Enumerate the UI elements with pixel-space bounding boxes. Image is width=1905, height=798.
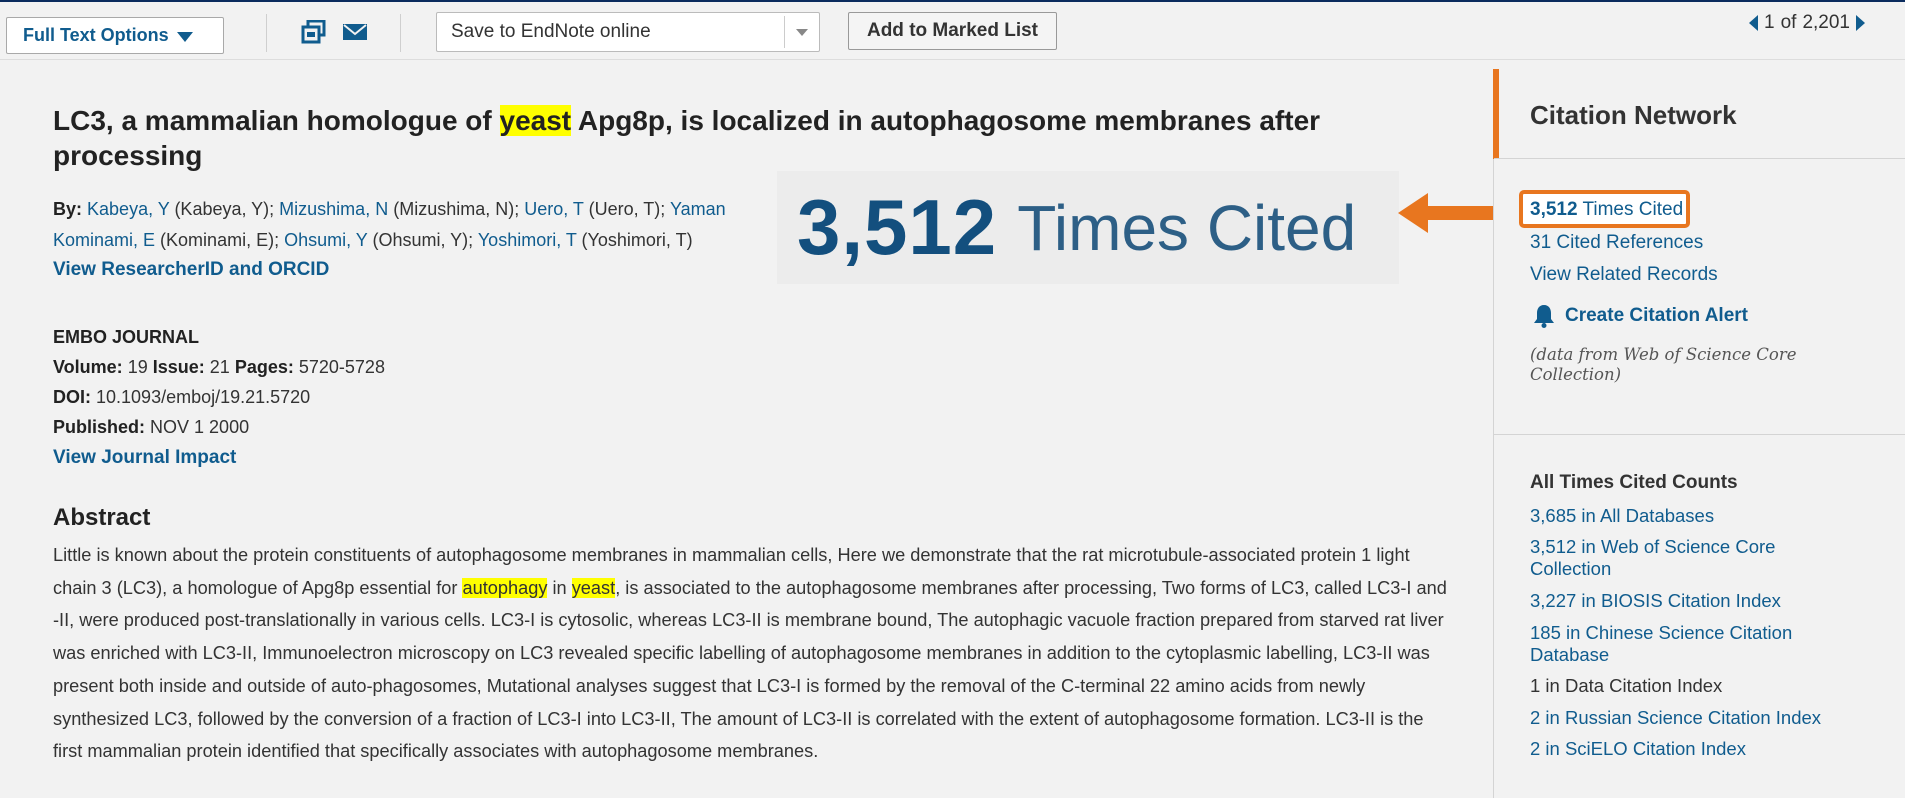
issue-label: Issue: bbox=[152, 357, 205, 377]
published-line: Published: NOV 1 2000 bbox=[53, 412, 385, 442]
citation-network-heading: Citation Network bbox=[1530, 100, 1737, 130]
author-link[interactable]: Kominami, E bbox=[53, 230, 155, 250]
author-link[interactable]: Uero, T bbox=[524, 199, 583, 219]
cited-references-link[interactable]: 31 Cited References bbox=[1530, 232, 1703, 254]
volume-value: 19 bbox=[127, 357, 148, 377]
all-times-cited-counts-heading: All Times Cited Counts bbox=[1530, 472, 1738, 493]
doi-value: 10.1093/emboj/19.21.5720 bbox=[96, 387, 311, 407]
count-wos-core-link[interactable]: 3,512 in Web of Science Core Collection bbox=[1530, 536, 1860, 580]
pages-label: Pages: bbox=[234, 357, 294, 377]
author-full: (Kabeya, Y); bbox=[169, 199, 280, 219]
title-text-start: LC3, a mammalian homologue of bbox=[53, 105, 500, 136]
view-researcherid-link[interactable]: View ResearcherID and ORCID bbox=[53, 259, 329, 281]
doi-label: DOI: bbox=[53, 387, 91, 407]
full-text-options-label: Full Text Options bbox=[23, 25, 169, 45]
bell-icon bbox=[1534, 305, 1554, 328]
previous-record-icon[interactable] bbox=[1749, 15, 1758, 31]
toolbar-divider bbox=[400, 14, 401, 52]
record-title: LC3, a mammalian homologue of yeast Apg8… bbox=[53, 103, 1453, 173]
times-cited-number: 3,512 bbox=[1530, 199, 1578, 220]
panel-accent-bar bbox=[1493, 69, 1499, 159]
add-to-marked-list-button[interactable]: Add to Marked List bbox=[848, 12, 1057, 50]
count-data-citation-index: 1 in Data Citation Index bbox=[1530, 675, 1723, 696]
doi-line: DOI: 10.1093/emboj/19.21.5720 bbox=[53, 382, 385, 412]
pager-of: of bbox=[1780, 12, 1797, 33]
chevron-down-icon bbox=[176, 32, 193, 42]
author-full: (Ohsumi, Y); bbox=[367, 230, 478, 250]
bibliographic-info: EMBO JOURNAL Volume: 19 Issue: 21 Pages:… bbox=[53, 322, 385, 473]
count-all-databases-link[interactable]: 3,685 in All Databases bbox=[1530, 505, 1860, 527]
author-link[interactable]: Mizushima, N bbox=[279, 199, 388, 219]
count-chinese-science-link[interactable]: 185 in Chinese Science Citation Database bbox=[1530, 622, 1860, 666]
issue-value: 21 bbox=[209, 357, 230, 377]
author-link[interactable]: Yoshimori, T bbox=[478, 230, 577, 250]
record-pager: 1 of 2,201 bbox=[1749, 12, 1865, 34]
email-icon[interactable] bbox=[342, 20, 368, 44]
pager-current: 1 bbox=[1764, 12, 1775, 33]
save-to-select-value: Save to EndNote online bbox=[451, 21, 651, 42]
times-cited-label: Times Cited bbox=[1582, 199, 1684, 220]
full-text-options-button[interactable]: Full Text Options bbox=[6, 17, 224, 54]
author-full: (Kominami, E); bbox=[155, 230, 285, 250]
count-biosis-link[interactable]: 3,227 in BIOSIS Citation Index bbox=[1530, 590, 1860, 612]
author-list: By: Kabeya, Y (Kabeya, Y); Mizushima, N … bbox=[53, 194, 803, 256]
author-link[interactable]: Ohsumi, Y bbox=[284, 230, 367, 250]
next-record-icon[interactable] bbox=[1855, 15, 1865, 31]
times-cited-link[interactable]: 3,512 Times Cited bbox=[1530, 199, 1683, 221]
title-highlight: yeast bbox=[499, 105, 572, 136]
create-citation-alert-label: Create Citation Alert bbox=[1565, 305, 1748, 326]
print-icon[interactable] bbox=[301, 20, 327, 44]
journal-name: EMBO JOURNAL bbox=[53, 327, 200, 347]
add-to-marked-list-label: Add to Marked List bbox=[866, 20, 1038, 41]
author-link[interactable]: Yaman bbox=[670, 199, 726, 219]
author-full: (Uero, T); bbox=[583, 199, 670, 219]
record-toolbar: Full Text Options Save to EndNote online… bbox=[0, 2, 1905, 60]
abstract-highlight: autophagy bbox=[462, 577, 548, 598]
save-to-select[interactable]: Save to EndNote online bbox=[436, 12, 820, 52]
published-label: Published: bbox=[53, 417, 146, 437]
times-cited-zoom-callout: 3,512 Times Cited bbox=[777, 171, 1399, 284]
toolbar-divider bbox=[266, 14, 267, 52]
select-divider bbox=[784, 16, 785, 48]
panel-divider bbox=[1494, 434, 1905, 435]
abstract-text: Little is known about the protein consti… bbox=[53, 539, 1453, 768]
pages-value: 5720-5728 bbox=[298, 357, 385, 377]
volume-line: Volume: 19 Issue: 21 Pages: 5720-5728 bbox=[53, 352, 385, 382]
view-journal-impact-link[interactable]: View Journal Impact bbox=[53, 447, 236, 468]
create-citation-alert-link[interactable]: Create Citation Alert bbox=[1533, 304, 1748, 328]
abstract-highlight: yeast bbox=[571, 577, 616, 598]
volume-label: Volume: bbox=[53, 357, 123, 377]
abstract-heading: Abstract bbox=[53, 504, 151, 531]
zoom-times-cited-number: 3,512 bbox=[797, 183, 998, 271]
data-source-note: (data from Web of Science Core Collectio… bbox=[1530, 345, 1797, 384]
count-scielo-link[interactable]: 2 in SciELO Citation Index bbox=[1530, 738, 1860, 760]
abstract-part: , is associated to the autophagosome mem… bbox=[53, 577, 1447, 762]
pager-total: 2,201 bbox=[1802, 12, 1850, 33]
zoom-times-cited-text: Times Cited bbox=[1017, 191, 1357, 264]
by-label: By: bbox=[53, 199, 83, 219]
author-full: (Yoshimori, T) bbox=[576, 230, 693, 250]
chevron-down-icon bbox=[796, 29, 808, 36]
abstract-part: in bbox=[547, 577, 572, 598]
count-russian-science-link[interactable]: 2 in Russian Science Citation Index bbox=[1530, 707, 1860, 729]
author-link[interactable]: Kabeya, Y bbox=[87, 199, 169, 219]
author-full: (Mizushima, N); bbox=[388, 199, 525, 219]
panel-divider bbox=[1494, 158, 1905, 159]
view-related-records-link[interactable]: View Related Records bbox=[1530, 264, 1718, 286]
published-value: NOV 1 2000 bbox=[150, 417, 250, 437]
